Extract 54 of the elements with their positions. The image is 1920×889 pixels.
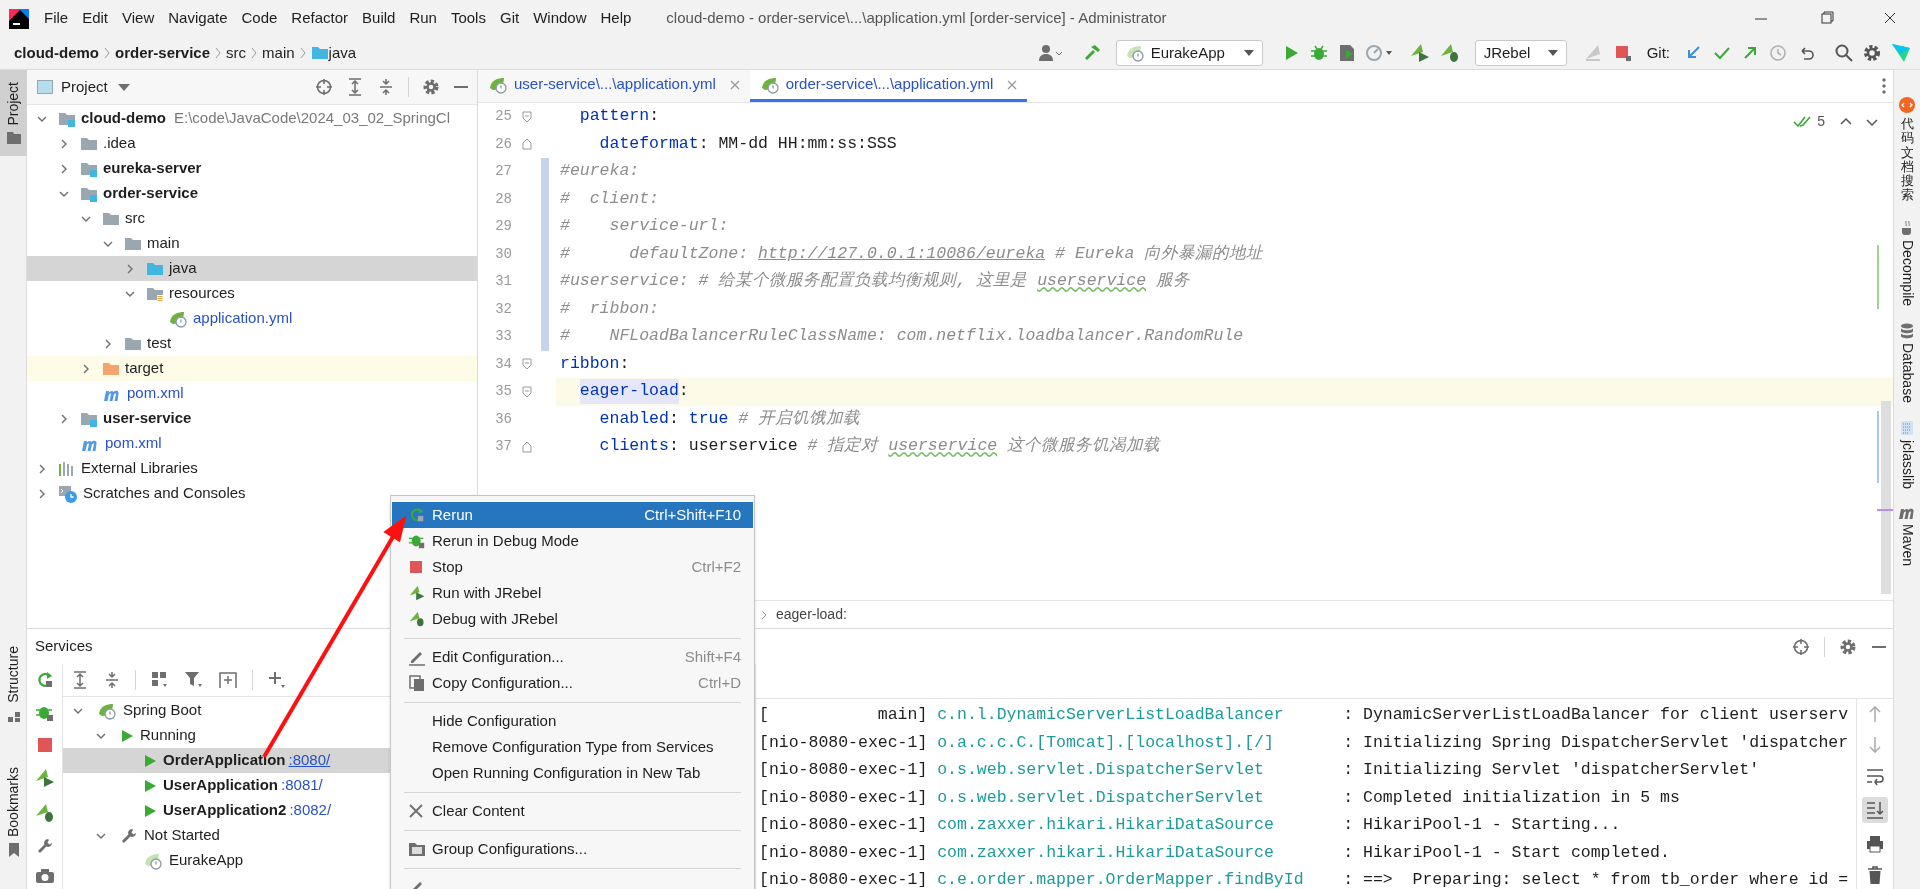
line-number: 25: [494, 107, 512, 127]
console-logger: c.e.order.mapper.OrderMapper.findById: [937, 869, 1305, 889]
code-line: # service-url:: [559, 215, 730, 238]
shortcut: Ctrl+F2: [691, 556, 741, 577]
code-line: # ribbon:: [559, 297, 661, 320]
line-number: 37: [494, 437, 512, 457]
window-title: cloud-demo - order-service\...\application.yml [order-service] - Administrator: [666, 8, 1167, 29]
console-thread: [nio-8080-exec-1]: [759, 869, 929, 889]
code-line: dateformat: MM-dd HH:mm:ss:SSS: [598, 132, 898, 155]
console-thread: [nio-8080-exec-1]: [759, 731, 929, 754]
console-thread: [nio-8080-exec-1]: [759, 841, 929, 864]
console-thread: [nio-8080-exec-1]: [759, 759, 929, 782]
code-line: #eureka:: [559, 160, 641, 183]
code-line: # NFLoadBalancerRuleClassName: com.netflix.loadbalancer.RandomRule: [559, 325, 1245, 348]
line-number: 28: [494, 189, 512, 209]
console-logger: c.n.l.DynamicServerListLoadBalancer: [937, 704, 1285, 727]
console-message: : Initializing Servlet 'dispatcherServlet': [1343, 759, 1760, 782]
line-number: 27: [494, 162, 512, 182]
line-number: 34: [494, 354, 512, 374]
line-number: 33: [494, 327, 512, 347]
console-thread: [nio-8080-exec-1]: [759, 786, 929, 809]
code-line: enabled: true # 开启饥饿加载: [598, 407, 862, 430]
console-message: : HikariPool-1 - Start completed.: [1343, 841, 1670, 864]
console-message: : DynamicServerListLoadBalancer for client userserv: [1343, 704, 1849, 727]
line-number: 35: [494, 382, 512, 402]
code-line: #userservice: # 给某个微服务配置负载均衡规则, 这里是 userservice 服务: [559, 270, 1191, 293]
console-message: : HikariPool-1 - Starting...: [1343, 814, 1621, 837]
console-logger: o.s.web.servlet.DispatcherServlet: [937, 759, 1265, 782]
panel-title: Services: [35, 636, 93, 657]
line-number: 30: [494, 244, 512, 264]
code-line: pattern:: [578, 105, 661, 128]
git-label: Git:: [1646, 42, 1670, 63]
line-number: 32: [494, 299, 512, 319]
console-logger: o.s.web.servlet.DispatcherServlet: [937, 786, 1265, 809]
console-thread: [ main]: [759, 704, 929, 727]
console-message: : Initializing Spring DispatcherServlet 'dispatcher: [1343, 731, 1849, 754]
project-path: E:\code\JavaCode\2024_03_02_SpringCl: [174, 108, 451, 129]
line-number: 31: [494, 272, 512, 292]
shortcut: Ctrl+D: [698, 672, 741, 693]
console-thread: [nio-8080-exec-1]: [759, 814, 929, 837]
console-logger: com.zaxxer.hikari.HikariDataSource: [937, 841, 1275, 864]
console-message: : ==> Preparing: select * from tb_order where id =: [1343, 869, 1849, 889]
line-number: 29: [494, 217, 512, 237]
line-number: 26: [494, 134, 512, 154]
shortcut: Shift+F4: [684, 646, 741, 667]
shortcut: Ctrl+Shift+F10: [644, 504, 741, 525]
console-logger: com.zaxxer.hikari.HikariDataSource: [937, 814, 1275, 837]
code-line: ribbon:: [559, 352, 631, 375]
line-number: 36: [494, 409, 512, 429]
console-logger: o.a.c.c.C.[Tomcat].[localhost].[/]: [937, 731, 1275, 754]
console-message: : Completed initialization in 5 ms: [1343, 786, 1680, 809]
code-line: # defaultZone: http://127.0.0.1:10086/eureka # Eureka 向外暴漏的地址: [559, 242, 1265, 265]
code-line: # client:: [559, 187, 661, 210]
code-line: clients: userservice # 指定对 userservice 这个微服务饥渴加载: [598, 435, 1162, 458]
